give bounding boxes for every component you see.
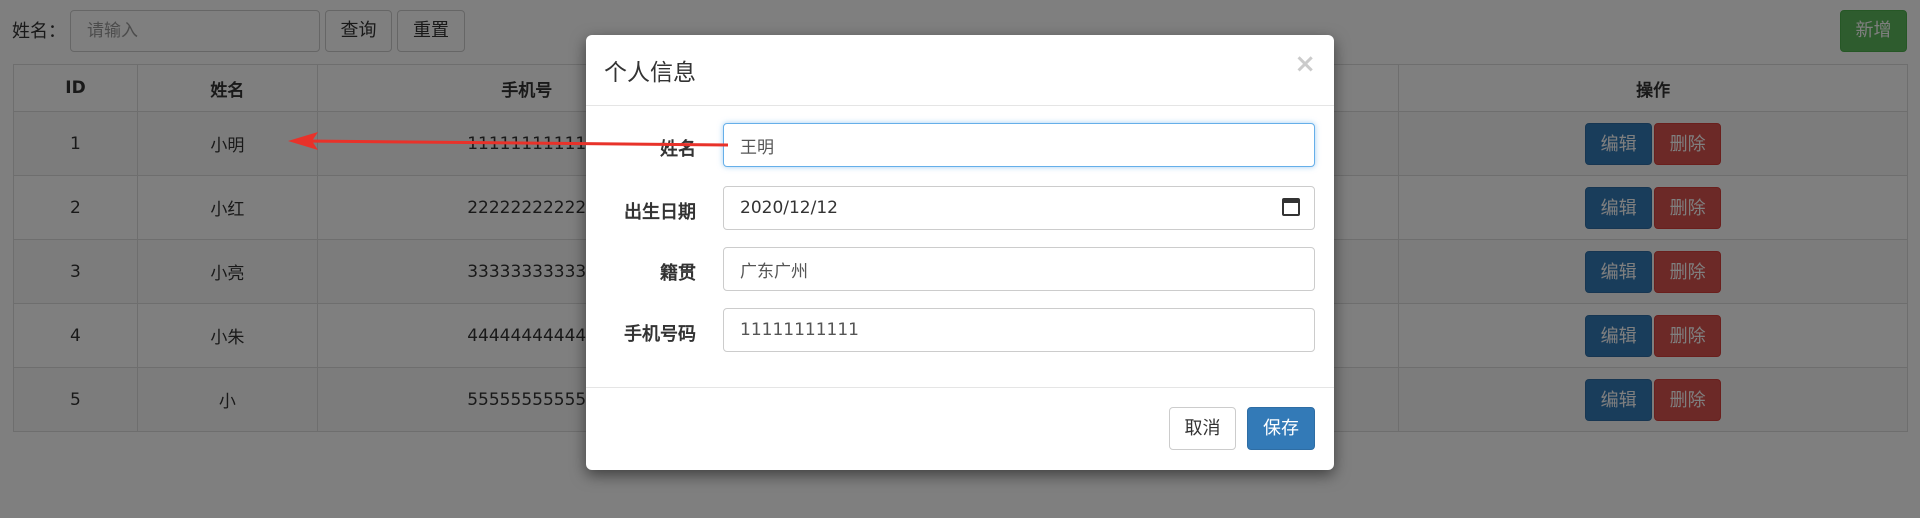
modal-header: 个人信息 ×: [586, 35, 1334, 106]
birth-row: 出生日期 2020/12/12: [586, 186, 1334, 230]
birth-label: 出生日期: [624, 202, 696, 223]
origin-label: 籍贯: [660, 263, 696, 284]
phone-row: 手机号码: [586, 308, 1334, 352]
calendar-icon[interactable]: [1282, 198, 1300, 216]
origin-field[interactable]: [723, 247, 1315, 291]
birth-date-field[interactable]: 2020/12/12: [723, 186, 1315, 230]
name-field[interactable]: [723, 123, 1315, 167]
cancel-button[interactable]: 取消: [1169, 407, 1236, 450]
phone-label: 手机号码: [624, 324, 696, 345]
phone-field[interactable]: [723, 308, 1315, 352]
name-row: 姓名: [586, 123, 1334, 167]
name-label: 姓名: [660, 139, 696, 160]
birth-date-value: 2020/12/12: [740, 198, 838, 218]
origin-row: 籍贯: [586, 247, 1334, 291]
save-button[interactable]: 保存: [1247, 407, 1315, 450]
modal-footer: 取消 保存: [586, 387, 1334, 470]
modal-title: 个人信息: [604, 60, 696, 86]
close-icon[interactable]: ×: [1294, 49, 1316, 79]
personal-info-dialog: 个人信息 × 姓名 出生日期 2020/12/12 籍贯 手机号码 取消 保存: [586, 35, 1334, 470]
